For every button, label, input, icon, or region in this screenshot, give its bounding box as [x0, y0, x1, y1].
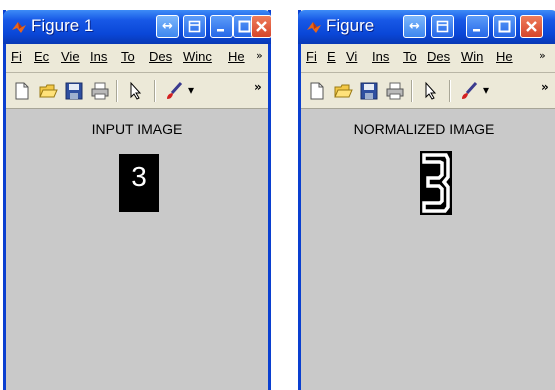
open-folder-icon[interactable] [38, 81, 58, 101]
restore-button[interactable] [431, 15, 454, 38]
toolbar-overflow-icon[interactable]: » [254, 80, 262, 94]
window-title: Figure [326, 16, 375, 35]
matlab-logo-icon [12, 22, 26, 33]
figure-canvas: INPUT IMAGE 3 [6, 109, 268, 390]
menu-tools[interactable]: To [121, 49, 135, 64]
menu-help[interactable]: He [496, 49, 513, 64]
figure-window-normalized: Figure ↔ Fi E Vi Ins To Des Win He » ▾ »… [298, 10, 555, 390]
menu-overflow-icon[interactable]: » [539, 49, 546, 62]
menu-desktop[interactable]: Des [149, 49, 172, 64]
toolbar: ▾ » [6, 73, 268, 109]
menu-file[interactable]: Fi [306, 49, 317, 64]
digit-glyph: 3 [131, 161, 147, 192]
restore-button[interactable] [183, 15, 206, 38]
menu-edit[interactable]: Ec [34, 49, 49, 64]
menu-help[interactable]: He [228, 49, 245, 64]
normalized-digit-image [420, 151, 452, 215]
dropdown-icon[interactable]: ▾ [483, 83, 489, 97]
toolbar-separator [154, 80, 155, 102]
toolbar-separator [116, 80, 117, 102]
select-arrow-icon[interactable] [126, 81, 146, 101]
toolbar: ▾ » [301, 73, 555, 109]
select-arrow-icon[interactable] [421, 81, 441, 101]
dropdown-icon[interactable]: ▾ [188, 83, 194, 97]
minimize-icon [217, 29, 224, 32]
dock-button[interactable]: ↔ [156, 15, 179, 38]
menu-insert[interactable]: Ins [90, 49, 107, 64]
normalized-digit-3-graphic [422, 153, 450, 213]
title-bar[interactable]: Figure 1 ↔ [3, 10, 272, 44]
maximize-button[interactable] [493, 15, 516, 38]
figure-title: INPUT IMAGE [91, 121, 183, 137]
menu-bar: Fi E Vi Ins To Des Win He » [301, 44, 555, 73]
input-digit-image: 3 [119, 154, 159, 212]
menu-window[interactable]: Winc [183, 49, 212, 64]
minimize-button[interactable] [466, 15, 489, 38]
close-icon [256, 21, 267, 32]
menu-desktop[interactable]: Des [427, 49, 450, 64]
menu-window[interactable]: Win [461, 49, 483, 64]
window-title: Figure 1 [31, 16, 94, 35]
figure-window-input: Figure 1 ↔ Fi Ec Vie Ins To Des Winc He … [3, 10, 272, 390]
toolbar-overflow-icon[interactable]: » [541, 80, 549, 94]
figure-title: NORMALIZED IMAGE [353, 121, 495, 137]
new-file-icon[interactable] [12, 81, 32, 101]
figure-canvas: NORMALIZED IMAGE [301, 109, 555, 390]
save-icon[interactable] [359, 81, 379, 101]
save-icon[interactable] [64, 81, 84, 101]
open-folder-icon[interactable] [333, 81, 353, 101]
close-button[interactable] [520, 15, 543, 38]
new-file-icon[interactable] [307, 81, 327, 101]
menu-view[interactable]: Vie [61, 49, 80, 64]
close-icon [526, 21, 537, 32]
menu-bar: Fi Ec Vie Ins To Des Winc He » [6, 44, 268, 73]
title-bar[interactable]: Figure ↔ [298, 10, 555, 44]
matlab-logo-icon [307, 22, 321, 33]
brush-icon[interactable] [164, 81, 184, 101]
minimize-icon [473, 29, 480, 32]
menu-view[interactable]: Vi [346, 49, 357, 64]
menu-edit[interactable]: E [327, 49, 336, 64]
menu-file[interactable]: Fi [11, 49, 22, 64]
minimize-button[interactable] [210, 15, 233, 38]
dock-button[interactable]: ↔ [403, 15, 426, 38]
menu-insert[interactable]: Ins [372, 49, 389, 64]
dock-icon: ↔ [162, 19, 173, 34]
menu-overflow-icon[interactable]: » [256, 49, 263, 62]
toolbar-separator [411, 80, 412, 102]
print-icon[interactable] [385, 81, 405, 101]
menu-tools[interactable]: To [403, 49, 417, 64]
maximize-icon [238, 20, 251, 33]
dock-icon: ↔ [409, 19, 420, 34]
close-button[interactable] [251, 15, 272, 38]
restore-icon [436, 20, 449, 33]
maximize-icon [498, 20, 511, 33]
brush-icon[interactable] [459, 81, 479, 101]
print-icon[interactable] [90, 81, 110, 101]
restore-icon [188, 20, 201, 33]
toolbar-separator [449, 80, 450, 102]
